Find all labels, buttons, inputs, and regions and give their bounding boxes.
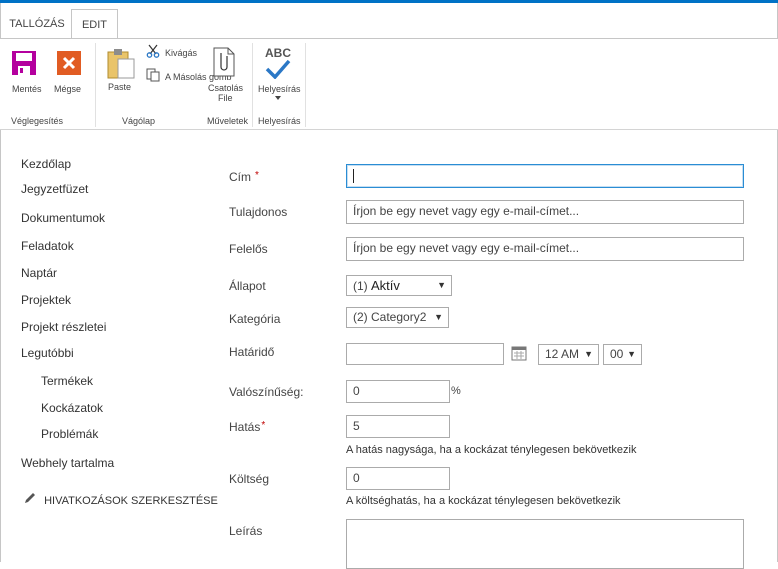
probability-input[interactable]: 0 bbox=[346, 380, 450, 403]
due-hour-select[interactable]: 12 AM ▼ bbox=[538, 344, 599, 365]
responsible-label: Felelős bbox=[229, 242, 268, 256]
tab-browse[interactable]: TALLÓZÁS bbox=[2, 9, 72, 39]
percent-unit: % bbox=[451, 385, 461, 397]
group-label-spelling: Helyesírás bbox=[258, 116, 301, 126]
nav-issues[interactable]: Problémák bbox=[41, 427, 98, 441]
group-label-commit: Véglegesítés bbox=[11, 116, 64, 126]
nav-products[interactable]: Termékek bbox=[41, 374, 93, 388]
chevron-down-icon: ▼ bbox=[437, 280, 446, 290]
edit-links-button[interactable]: HIVATKOZÁSOK SZERKESZTÉSE bbox=[23, 492, 218, 507]
due-minute-select[interactable]: 00 ▼ bbox=[603, 344, 642, 365]
group-label-clipboard: Vágólap bbox=[122, 116, 156, 126]
nav-project-details[interactable]: Projekt részletei bbox=[21, 320, 106, 334]
nav-risks[interactable]: Kockázatok bbox=[41, 401, 103, 415]
status-select[interactable]: (1) Aktív ▼ bbox=[346, 275, 452, 296]
separator bbox=[95, 43, 96, 127]
close-icon bbox=[57, 51, 81, 75]
cost-hint: A költséghatás, ha a kockázat ténylegese… bbox=[346, 495, 621, 507]
nav-site-contents[interactable]: Webhely tartalma bbox=[21, 456, 114, 470]
nav-recent[interactable]: Legutóbbi bbox=[21, 346, 74, 360]
nav-documents[interactable]: Dokumentumok bbox=[21, 211, 105, 225]
nav-projects[interactable]: Projektek bbox=[21, 293, 71, 307]
status-label: Állapot bbox=[229, 279, 266, 293]
due-date-label: Határidő bbox=[229, 345, 275, 359]
owner-people-picker[interactable]: Írjon be egy nevet vagy egy e-mail-címet… bbox=[346, 200, 744, 224]
impact-hint: A hatás nagysága, ha a kockázat ténylege… bbox=[346, 444, 637, 456]
paste-label: Paste bbox=[108, 82, 132, 92]
description-label: Leírás bbox=[229, 524, 263, 538]
ribbon: Mentés Mégse Paste Kivágás A Másolás gom… bbox=[0, 38, 778, 130]
chevron-down-icon: ▼ bbox=[434, 312, 443, 322]
category-select[interactable]: (2) Category2 ▼ bbox=[346, 307, 449, 328]
spelling-label: Helyesírás bbox=[258, 84, 301, 94]
checkmark-icon bbox=[265, 59, 291, 79]
required-mark: * bbox=[255, 170, 259, 181]
cost-label: Költség bbox=[229, 472, 270, 486]
required-mark: * bbox=[261, 420, 266, 431]
tab-edit[interactable]: EDIT bbox=[71, 9, 118, 40]
probability-label: Valószínűség: bbox=[229, 385, 304, 399]
save-label: Mentés bbox=[12, 84, 42, 94]
chevron-down-icon: ▼ bbox=[627, 349, 636, 359]
calendar-icon[interactable] bbox=[511, 345, 527, 361]
cost-input[interactable]: 0 bbox=[346, 467, 450, 490]
nav-calendar[interactable]: Naptár bbox=[21, 266, 57, 280]
separator bbox=[305, 43, 306, 127]
pencil-icon bbox=[25, 493, 35, 503]
attach-label-file: File bbox=[218, 93, 233, 103]
suite-bar bbox=[0, 0, 778, 3]
category-label: Kategória bbox=[229, 312, 281, 326]
title-label: Cím * bbox=[229, 170, 259, 184]
title-input[interactable] bbox=[346, 164, 744, 188]
cut-label: Kivágás bbox=[165, 48, 198, 58]
due-date-input[interactable] bbox=[346, 343, 504, 365]
copy-icon bbox=[146, 68, 160, 82]
paste-icon bbox=[107, 49, 135, 79]
cancel-label: Mégse bbox=[54, 84, 82, 94]
separator bbox=[252, 43, 253, 127]
impact-label: Hatás* bbox=[229, 420, 266, 434]
attach-file-icon bbox=[213, 47, 235, 77]
nav-notebook[interactable]: Jegyzetfüzet bbox=[21, 182, 88, 196]
group-label-actions: Műveletek bbox=[207, 116, 249, 126]
impact-input[interactable]: 5 bbox=[346, 415, 450, 438]
nav-tasks[interactable]: Feladatok bbox=[21, 239, 74, 253]
chevron-down-icon bbox=[275, 96, 281, 100]
edit-links-label: HIVATKOZÁSOK SZERKESZTÉSE bbox=[44, 495, 218, 507]
chevron-down-icon: ▼ bbox=[584, 349, 593, 359]
save-icon bbox=[12, 51, 36, 75]
responsible-people-picker[interactable]: Írjon be egy nevet vagy egy e-mail-címet… bbox=[346, 237, 744, 261]
text-caret bbox=[353, 169, 354, 183]
owner-label: Tulajdonos bbox=[229, 205, 288, 219]
scissors-icon bbox=[146, 44, 160, 58]
nav-home[interactable]: Kezdőlap bbox=[21, 157, 71, 171]
spelling-abc-text: ABC bbox=[265, 46, 291, 60]
attach-label: Csatolás bbox=[208, 83, 244, 93]
